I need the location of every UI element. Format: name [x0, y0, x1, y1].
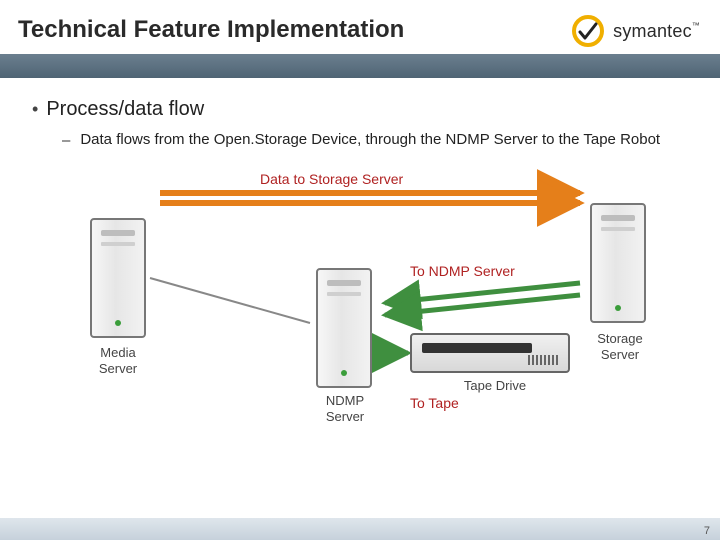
page-number: 7 [704, 525, 710, 537]
header: Technical Feature Implementation symante… [0, 0, 720, 78]
dataflow-diagram: Data to Storage Server To NDMP Server To… [50, 163, 670, 423]
label-ndmp-server: NDMPServer [300, 393, 390, 424]
label-tape-drive: Tape Drive [450, 378, 540, 394]
label-media-server: MediaServer [80, 345, 156, 376]
flow-label-to-tape: To Tape [410, 395, 459, 411]
storage-server-icon [590, 203, 646, 323]
sub-bullet-1: – Data flows from the Open.Storage Devic… [62, 131, 702, 151]
tape-drive-icon [410, 333, 570, 373]
slide-body: • Process/data flow – Data flows from th… [0, 92, 720, 510]
brand-name: symantec™ [613, 21, 700, 42]
flow-label-to-ndmp: To NDMP Server [410, 263, 515, 279]
media-server-icon [90, 218, 146, 338]
footer-band: 7 [0, 518, 720, 540]
brand-logo: symantec™ [567, 10, 704, 52]
dash-icon: – [62, 131, 70, 151]
sub-bullet-1-text: Data flows from the Open.Storage Device,… [80, 131, 660, 148]
bullet-1: • Process/data flow [32, 98, 702, 121]
flow-label-to-storage: Data to Storage Server [260, 171, 403, 187]
header-band [0, 54, 720, 78]
label-storage-server: StorageServer [580, 331, 660, 362]
brand-tm: ™ [692, 21, 700, 30]
brand-name-text: symantec [613, 21, 692, 41]
symantec-logo-icon [571, 14, 605, 48]
bullet-dot-icon: • [32, 98, 38, 120]
slide-title: Technical Feature Implementation [18, 16, 404, 44]
slide: Technical Feature Implementation symante… [0, 0, 720, 540]
ndmp-server-icon [316, 268, 372, 388]
bullet-1-text: Process/data flow [46, 98, 204, 121]
